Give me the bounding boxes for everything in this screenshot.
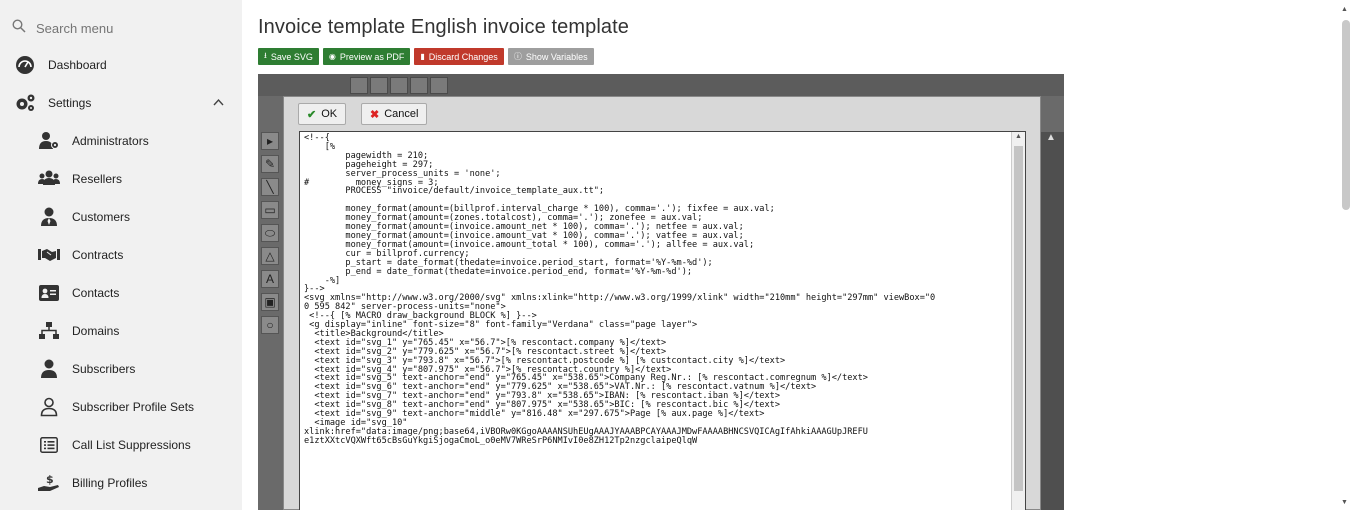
sidebar-item-settings[interactable]: Settings <box>0 85 242 121</box>
page-scrollbar[interactable]: ▲ ▼ <box>1338 0 1352 510</box>
check-icon: ✔ <box>307 108 317 121</box>
polygon-tool-icon[interactable]: △ <box>261 247 279 265</box>
search-input[interactable] <box>36 20 236 36</box>
show-variables-button[interactable]: ⓘ Show Variables <box>507 48 594 65</box>
sidebar-item-contracts[interactable]: Contracts <box>0 237 242 273</box>
ellipse-tool-icon[interactable]: ⬭ <box>261 224 279 242</box>
source-edit-dialog: ✔ OK ✖ Cancel <!--{ [% pagewidth = 210; pa… <box>283 96 1041 510</box>
sidebar-item-resellers[interactable]: Resellers <box>0 161 242 197</box>
sidebar: Dashboard Settings Administrators Resell… <box>0 0 242 510</box>
scroll-down-arrow-icon[interactable]: ▼ <box>1341 499 1348 506</box>
address-card-icon <box>38 282 60 304</box>
text-tool-icon[interactable]: A <box>261 270 279 288</box>
user-icon <box>38 358 60 380</box>
grid-icon[interactable] <box>390 77 408 94</box>
user-outline-icon <box>38 396 60 418</box>
gears-icon <box>14 92 36 114</box>
svg-text:$: $ <box>46 473 54 486</box>
sidebar-item-subscriber-profile-sets[interactable]: Subscriber Profile Sets <box>0 389 242 425</box>
app-window: Dashboard Settings Administrators Resell… <box>0 0 1352 510</box>
user-tie-icon <box>38 206 60 228</box>
sidebar-item-label: Billing Profiles <box>72 476 148 490</box>
user-gear-icon <box>38 130 60 152</box>
svg-source-code[interactable]: <!--{ [% pagewidth = 210; pageheight = 2… <box>304 134 1010 446</box>
sidebar-item-label: Resellers <box>72 172 123 186</box>
info-icon: ⓘ <box>513 52 522 61</box>
path-tool-icon[interactable]: ╲ <box>261 178 279 196</box>
scrollbar-thumb[interactable] <box>1342 20 1350 210</box>
list-alt-icon <box>38 434 60 456</box>
sidebar-item-dashboard[interactable]: Dashboard <box>0 47 242 83</box>
preview-pdf-button[interactable]: ◉ Preview as PDF <box>322 48 411 65</box>
chevron-up-icon[interactable] <box>213 95 224 109</box>
sidebar-item-contacts[interactable]: Contacts <box>0 275 242 311</box>
action-toolbar: ⭳ Save SVG ◉ Preview as PDF ▮ Discard Chang… <box>258 48 594 65</box>
zoom-tool-icon[interactable]: ○ <box>261 316 279 334</box>
sidebar-item-label: Domains <box>72 324 120 338</box>
sidebar-item-label: Call List Suppressions <box>72 438 191 452</box>
sidebar-item-subscribers[interactable]: Subscribers <box>0 351 242 387</box>
sidebar-item-label: Contracts <box>72 248 124 262</box>
close-icon: ✖ <box>370 108 380 121</box>
sidebar-item-domains[interactable]: Domains <box>0 313 242 349</box>
sidebar-item-label: Customers <box>72 210 131 224</box>
dashboard-icon <box>14 54 36 76</box>
sidebar-item-label: Settings <box>48 96 92 110</box>
handshake-icon <box>38 244 60 266</box>
clone-icon[interactable] <box>370 77 388 94</box>
image-tool-icon[interactable]: ▣ <box>261 293 279 311</box>
undo-icon[interactable] <box>410 77 428 94</box>
editor-canvas-scroll[interactable]: ▲ <box>1040 132 1064 510</box>
hand-holding-dollar-icon: $ <box>38 472 60 494</box>
sidebar-item-billing-profiles[interactable]: $ Billing Profiles <box>0 465 242 501</box>
scroll-up-arrow-icon[interactable]: ▲ <box>1046 132 1056 143</box>
sidebar-item-customers[interactable]: Customers <box>0 199 242 235</box>
sidebar-item-label: Administrators <box>72 134 149 148</box>
pencil-tool-icon[interactable]: ✎ <box>261 155 279 173</box>
textarea-scrollbar[interactable]: ▲ <box>1011 132 1025 510</box>
search-bar[interactable] <box>0 10 242 46</box>
sidebar-item-call-list-suppressions[interactable]: Call List Suppressions <box>0 427 242 463</box>
cancel-button[interactable]: ✖ Cancel <box>361 103 428 125</box>
editor-tool-palette: ▸ ✎ ╲ ▭ ⬭ △ A ▣ ○ <box>261 132 279 339</box>
scrollbar-thumb[interactable] <box>1014 146 1023 491</box>
search-icon <box>12 19 30 37</box>
scroll-up-arrow-icon[interactable]: ▲ <box>1341 6 1348 13</box>
sidebar-item-administrators[interactable]: Administrators <box>0 123 242 159</box>
sidebar-item-label: Subscriber Profile Sets <box>72 400 195 414</box>
sidebar-item-label: Subscribers <box>72 362 136 376</box>
ok-button[interactable]: ✔ OK <box>298 103 347 125</box>
save-svg-button[interactable]: ⭳ Save SVG <box>258 48 319 65</box>
scroll-up-arrow-icon[interactable]: ▲ <box>1015 133 1022 140</box>
select-tool-icon[interactable]: ▸ <box>261 132 279 150</box>
trash-icon: ▮ <box>420 52 425 61</box>
sitemap-icon <box>38 320 60 342</box>
users-icon <box>38 168 60 190</box>
source-code-icon[interactable] <box>350 77 368 94</box>
editor-top-toolbar <box>258 74 1064 96</box>
download-icon: ⭳ <box>264 50 267 60</box>
redo-icon[interactable] <box>430 77 448 94</box>
rect-tool-icon[interactable]: ▭ <box>261 201 279 219</box>
eye-icon: ◉ <box>328 52 336 61</box>
svg-source-textarea[interactable]: <!--{ [% pagewidth = 210; pageheight = 2… <box>299 131 1026 510</box>
page-title: Invoice template English invoice templat… <box>258 16 629 38</box>
sidebar-item-label: Contacts <box>72 286 120 300</box>
discard-changes-button[interactable]: ▮ Discard Changes <box>414 48 504 65</box>
sidebar-item-label: Dashboard <box>48 58 107 72</box>
